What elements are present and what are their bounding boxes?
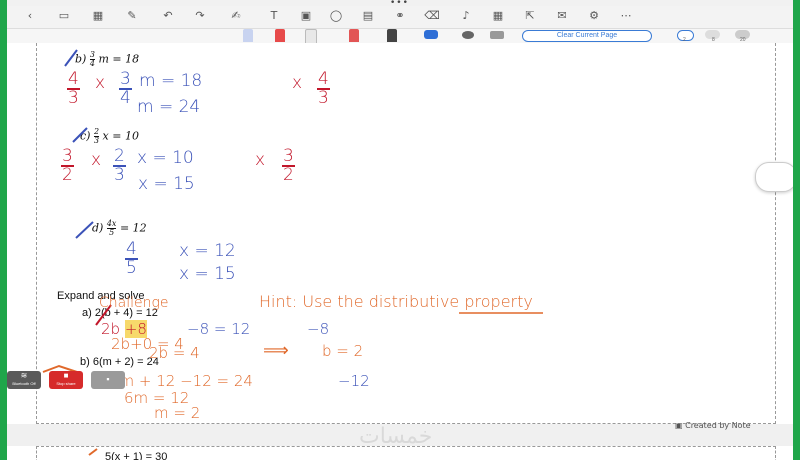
hw-arrow: ⟹ <box>263 340 289 361</box>
hw-fraction: 43 <box>317 69 330 108</box>
hw-equation: m = 18 <box>139 71 203 91</box>
camera-icon: ▪ <box>106 374 110 384</box>
hw-fraction: 32 <box>61 146 74 185</box>
wifi-icon: ≋ <box>20 371 28 380</box>
bluetooth-widget[interactable]: ≋ Bluetooth Off <box>7 371 41 389</box>
scroll-handle[interactable] <box>755 162 793 192</box>
hw-step: 2b = 4 <box>149 344 200 362</box>
hw-answer: x = 15 <box>138 174 195 194</box>
hw-fraction: 45 <box>125 239 138 278</box>
camera-widget[interactable]: ▪ <box>91 371 125 389</box>
created-by-footer: ▣ Created by Note <box>675 421 751 430</box>
stop-share-widget[interactable]: ■ Stop share <box>49 371 83 389</box>
record-icon: ■ <box>63 371 69 380</box>
hw-answer: b = 2 <box>322 342 364 360</box>
hw-answer: m = 2 <box>154 404 201 422</box>
hw-hint: Hint: Use the distributive property <box>259 292 533 311</box>
hw-times: x <box>91 150 102 170</box>
hw-times: x <box>255 150 266 170</box>
hw-challenge: Challenge <box>99 295 169 311</box>
hw-step: −8 = 12 <box>187 320 251 338</box>
hw-times: x <box>95 73 106 93</box>
hw-step: 6m + 12 −12 = 24 <box>110 372 253 390</box>
hw-fraction: 34 <box>119 69 132 108</box>
hw-answer: x = 15 <box>179 264 236 284</box>
hw-step: −12 <box>338 372 370 390</box>
hw-equation: x = 12 <box>179 241 236 261</box>
hw-step: −8 <box>307 320 330 338</box>
notes-logo-icon: ▣ <box>675 421 683 430</box>
hw-fraction: 32 <box>282 146 295 185</box>
watermark: خمسات <box>359 424 433 449</box>
hw-fraction: 43 <box>67 69 80 108</box>
hw-times: x <box>292 73 303 93</box>
hw-answer: m = 24 <box>137 97 201 117</box>
hw-fraction: 23 <box>113 146 126 185</box>
hw-equation: x = 10 <box>137 148 194 168</box>
notes-app-window: ••• ‹ ▭ ▦ ✎ ↶ ↷ ✍ T ▣ ◯ ▤ ⚭ ⌫ ♪ ▦ ⇱ ✉ ⚙ ⋯ Clear Current Pa… <box>7 0 793 460</box>
